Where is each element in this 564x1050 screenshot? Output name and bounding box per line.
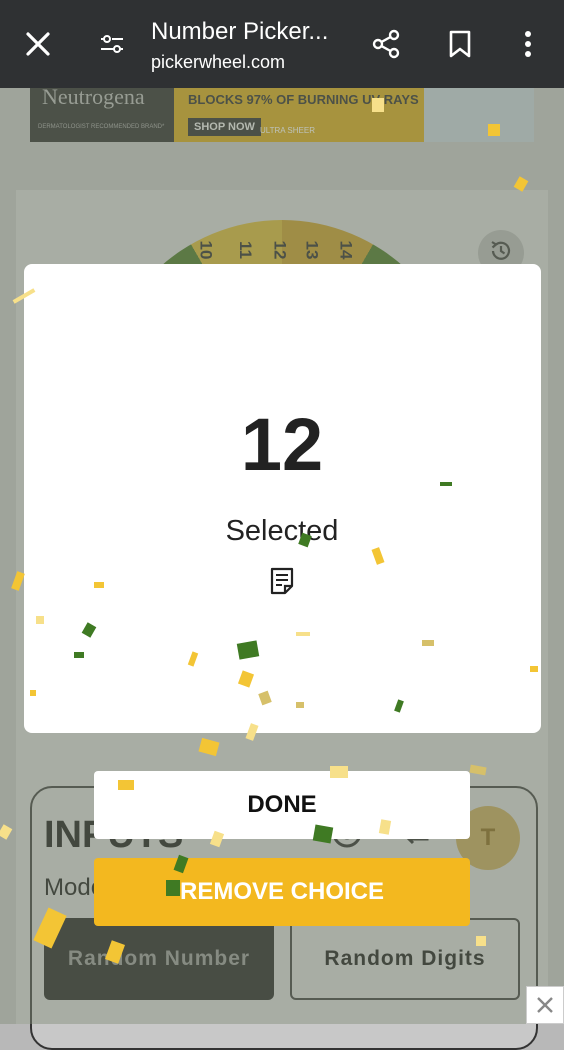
confetti-piece bbox=[74, 652, 84, 658]
result-value: 12 bbox=[240, 403, 324, 486]
confetti-piece bbox=[312, 824, 334, 844]
site-settings-icon[interactable] bbox=[90, 22, 134, 66]
confetti-piece bbox=[296, 632, 310, 636]
close-icon bbox=[537, 997, 553, 1013]
more-vert-icon[interactable] bbox=[506, 22, 550, 66]
done-button[interactable]: DONE bbox=[94, 771, 470, 839]
page-url[interactable]: pickerwheel.com bbox=[151, 52, 285, 73]
page-title[interactable]: Number Picker... bbox=[151, 18, 328, 46]
confetti-piece bbox=[166, 880, 180, 896]
confetti-piece bbox=[30, 690, 36, 696]
confetti-piece bbox=[236, 640, 260, 660]
share-icon[interactable] bbox=[364, 22, 408, 66]
confetti-piece bbox=[94, 582, 104, 588]
result-label: Selected bbox=[225, 515, 339, 547]
confetti-piece bbox=[530, 666, 538, 672]
confetti-piece bbox=[422, 640, 434, 646]
confetti-piece bbox=[330, 766, 348, 778]
result-dialog bbox=[24, 264, 541, 733]
browser-toolbar: Number Picker... pickerwheel.com bbox=[0, 0, 564, 88]
confetti-piece bbox=[488, 124, 500, 136]
bookmark-icon[interactable] bbox=[438, 22, 482, 66]
remove-choice-button[interactable]: REMOVE CHOICE bbox=[94, 858, 470, 926]
confetti-piece bbox=[296, 702, 304, 708]
close-ad-button[interactable] bbox=[526, 986, 564, 1024]
confetti-piece bbox=[118, 780, 134, 790]
confetti-piece bbox=[440, 482, 452, 486]
close-icon[interactable] bbox=[16, 22, 60, 66]
confetti-piece bbox=[476, 936, 486, 946]
confetti-piece bbox=[36, 616, 44, 624]
note-icon[interactable] bbox=[268, 566, 296, 596]
confetti-piece bbox=[372, 98, 384, 112]
